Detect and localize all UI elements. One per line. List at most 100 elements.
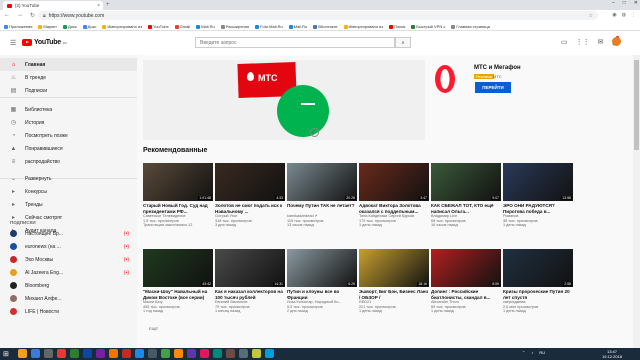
bookmark-item[interactable]: Mail.Ru (196, 24, 215, 29)
bookmark-item[interactable]: Импортировано из (102, 24, 142, 29)
video-thumbnail[interactable]: 43:42 (143, 249, 213, 287)
show-more-button[interactable]: ЕЩЁ (149, 326, 158, 331)
sidebar-item[interactable]: ▤ Подписки (0, 84, 137, 97)
taskbar-app-icon[interactable] (239, 349, 248, 358)
bookmark-item[interactable]: Gmail (174, 24, 190, 29)
sidebar-item[interactable]: ≡ распродайство (0, 155, 137, 168)
create-video-icon[interactable]: ▭ (561, 38, 568, 46)
bookmark-item[interactable]: Диск (62, 24, 77, 29)
sidebar-item[interactable]: ▲ Понравившиеся (0, 142, 137, 155)
tab-close-icon[interactable]: × (97, 3, 100, 9)
taskbar-app-icon[interactable] (252, 349, 261, 358)
video-title[interactable]: Кризы пророческие Путин 20 лет спустя (503, 289, 573, 300)
taskbar-app-icon[interactable] (18, 349, 27, 358)
sidebar-item[interactable]: ◷ История (0, 116, 137, 129)
taskbar-app-icon[interactable] (226, 349, 235, 358)
video-title[interactable]: Допинг : Российские биатлонисты, скандал… (431, 289, 501, 300)
video-thumbnail[interactable]: 2:58 (503, 249, 573, 287)
reload-icon[interactable]: ↻ (30, 12, 35, 19)
subscription-item[interactable]: Эхо Москвы (•) (0, 253, 137, 266)
video-title[interactable]: Путин и клоуны все во Франции (287, 289, 357, 300)
forward-icon[interactable]: → (17, 12, 23, 19)
taskbar-app-icon[interactable] (213, 349, 222, 358)
new-tab-button[interactable]: + (106, 2, 110, 8)
video-thumbnail[interactable]: 4:33 (215, 163, 285, 201)
taskbar-app-icon[interactable] (44, 349, 53, 358)
video-card[interactable]: 8:59 Допинг : Российские биатлонисты, ска… (431, 249, 501, 314)
taskbar-app-icon[interactable] (265, 349, 274, 358)
video-thumbnail[interactable]: 14:31 (215, 249, 285, 287)
video-title[interactable]: КАК СБЕЖАЛ ТОТ, КТО ещё написал Ольга... (431, 203, 501, 214)
subscription-item[interactable]: LIFE | Новости (0, 305, 137, 318)
video-title[interactable]: Эшворт, Биг Бэн, Бизнес Ланч / ОБЗОР / (359, 289, 429, 300)
ad-cta-button[interactable]: ПЕРЕЙТИ (475, 82, 511, 93)
taskbar-app-icon[interactable] (109, 349, 118, 358)
close-window-icon[interactable]: ✕ (634, 0, 638, 6)
language-indicator[interactable]: RU (539, 350, 545, 355)
taskbar-app-icon[interactable] (57, 349, 66, 358)
back-icon[interactable]: ← (4, 12, 10, 19)
video-title[interactable]: Золотов не смог подать иск к Навальному … (215, 203, 285, 214)
video-card[interactable]: 4:33 Золотов не смог подать иск к Навальн… (215, 163, 285, 228)
video-thumbnail[interactable]: 18:16 (359, 249, 429, 287)
tray-arrow-icon[interactable]: ⌃ (522, 350, 525, 355)
hamburger-menu-icon[interactable]: ☰ (10, 39, 16, 47)
volume-icon[interactable]: ♪ (531, 350, 533, 355)
sidebar-item[interactable]: ▦ Библиотека (0, 103, 137, 116)
taskbar-app-icon[interactable] (96, 349, 105, 358)
video-title[interactable]: Старый Новый Год. Суд над президентами Р… (143, 203, 213, 214)
bookmark-star-icon[interactable]: ☆ (589, 13, 593, 19)
bookmark-item[interactable]: Foto.Mail.Ru (255, 24, 283, 29)
video-card[interactable]: 6:25 Путин и клоуны все во Франции Лиза Ко… (287, 249, 357, 314)
video-thumbnail[interactable]: 3:47 (359, 163, 429, 201)
video-thumbnail[interactable]: 13:58 (503, 163, 573, 201)
bookmark-item[interactable]: Mail.Ru (288, 24, 307, 29)
menu-dots-icon[interactable]: ⋮ (631, 12, 636, 18)
video-thumbnail[interactable]: 8:59 (431, 249, 501, 287)
minimize-icon[interactable]: – (612, 0, 615, 6)
taskbar-app-icon[interactable] (200, 349, 209, 358)
ad-title[interactable]: МТС и Мегафон (474, 65, 521, 71)
bookmark-item[interactable]: Поиск (389, 24, 405, 29)
video-thumbnail[interactable]: 9:07 (431, 163, 501, 201)
video-card[interactable]: 18:16 Эшворт, Биг Бэн, Бизнес Ланч / ОБЗО… (359, 249, 429, 314)
apps-grid-icon[interactable]: ⋮⋮ (576, 38, 590, 46)
taskbar-app-icon[interactable] (31, 349, 40, 358)
bookmark-item[interactable]: ВКонтакте (313, 24, 338, 29)
video-thumbnail[interactable]: 6:25 (287, 249, 357, 287)
bookmark-item[interactable]: Маркет (38, 24, 57, 29)
extension-icon[interactable]: ◍ (622, 12, 626, 18)
video-thumbnail[interactable]: 20:28 (287, 163, 357, 201)
extension-icon[interactable]: ◉ (612, 12, 616, 18)
bookmark-item[interactable]: Быстрый VPN с (411, 24, 445, 29)
subscription-item[interactable]: Михаил Алфе... (0, 292, 137, 305)
subscription-item[interactable]: Настоящее Вр... (•) (0, 227, 137, 240)
sidebar-item[interactable]: ▸ Тренды (0, 198, 137, 211)
taskbar-app-icon[interactable] (174, 349, 183, 358)
scrollbar-thumb[interactable] (634, 60, 639, 150)
search-input[interactable] (195, 37, 395, 48)
windows-start-icon[interactable]: ⊞ (3, 350, 9, 358)
video-thumbnail[interactable]: 1:01:48 (143, 163, 213, 201)
subscription-item[interactable]: Bloomberg (0, 279, 137, 292)
search-button[interactable]: ⌕ (395, 37, 411, 48)
video-card[interactable]: 13:58 ЭРО ОНИ РАДУЮТСЯ? Пирогова победа в… (503, 163, 573, 228)
taskbar-app-icon[interactable] (187, 349, 196, 358)
taskbar-app-icon[interactable] (70, 349, 79, 358)
video-title[interactable]: Как я наказал коллекторов на 100 тысяч р… (215, 289, 285, 300)
sidebar-item[interactable]: ⌄ Развернуть (0, 172, 137, 185)
avatar[interactable] (612, 37, 621, 46)
youtube-logo[interactable]: YouTube RU (22, 39, 67, 46)
bookmark-item[interactable]: YouTube (148, 24, 169, 29)
taskbar-app-icon[interactable] (148, 349, 157, 358)
video-card[interactable]: 20:28 Почему Путин ТАК не летает? kamikadz… (287, 163, 357, 228)
taskbar-app-icon[interactable] (83, 349, 92, 358)
messages-icon[interactable]: ✉ (598, 38, 604, 46)
video-card[interactable]: 9:07 КАК СБЕЖАЛ ТОТ, КТО ещё написал Ольг… (431, 163, 501, 228)
taskbar-app-icon[interactable] (161, 349, 170, 358)
video-title[interactable]: ЭРО ОНИ РАДУЮТСЯ? Пирогова победа в... (503, 203, 573, 214)
sidebar-item[interactable]: ♨ В тренде (0, 71, 137, 84)
omnibox[interactable]: 🔒︎ https://www.youtube.com ☆ (38, 11, 598, 20)
taskbar-app-icon[interactable] (135, 349, 144, 358)
video-card[interactable]: 14:31 Как я наказал коллекторов на 100 ты… (215, 249, 285, 314)
